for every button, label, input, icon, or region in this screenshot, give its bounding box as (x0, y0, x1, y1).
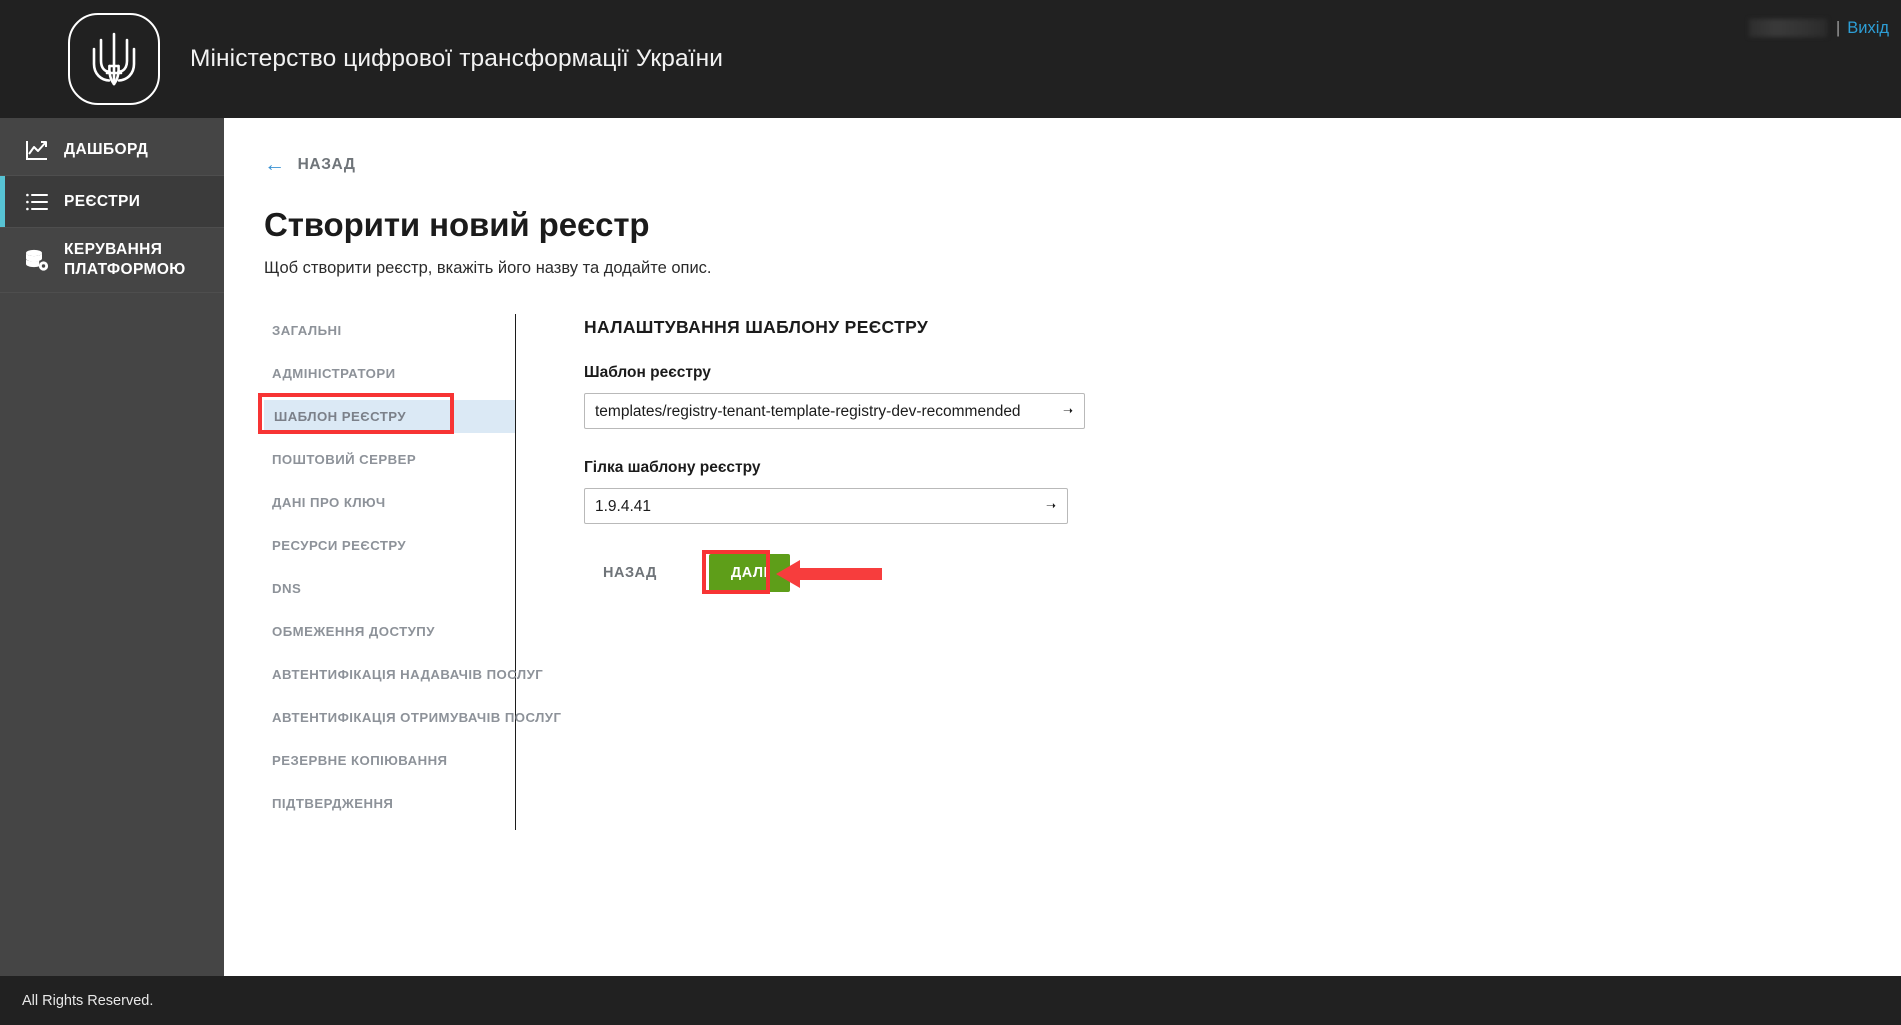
back-link-label: НАЗАД (297, 155, 356, 173)
logout-link[interactable]: Вихід (1847, 19, 1889, 38)
branch-field-label: Гілка шаблону реєстру (584, 459, 761, 476)
form-actions: НАЗАД ДАЛІ (584, 550, 1085, 594)
sidebar-item-label: ДАШБОРД (64, 140, 149, 158)
next-button[interactable]: ДАЛІ (708, 554, 791, 592)
list-icon (24, 189, 50, 215)
ukraine-trident-icon (68, 13, 160, 105)
step-label: АВТЕНТИФІКАЦІЯ ОТРИМУВАЧІВ ПОСЛУГ (272, 710, 562, 725)
wizard-step-general[interactable]: ЗАГАЛЬНІ (264, 314, 515, 347)
step-label: ПІДТВЕРДЖЕННЯ (272, 796, 394, 811)
back-button[interactable]: НАЗАД (597, 555, 663, 591)
app-header: Міністерство цифрової трансформації Укра… (0, 0, 1901, 118)
wizard-step-recipient-auth[interactable]: АВТЕНТИФІКАЦІЯ ОТРИМУВАЧІВ ПОСЛУГ (264, 701, 561, 734)
wizard-step-administrators[interactable]: АДМІНІСТРАТОРИ (264, 357, 515, 390)
wizard-step-key-data[interactable]: ДАНІ ПРО КЛЮЧ (264, 486, 515, 519)
wizard-step-backup[interactable]: РЕЗЕРВНЕ КОПІЮВАННЯ (264, 744, 515, 777)
registry-wizard: ЗАГАЛЬНІ АДМІНІСТРАТОРИ ШАБЛОН РЕЄСТРУ П… (242, 314, 1901, 830)
sidebar-item-registries[interactable]: РЕЄСТРИ (0, 176, 224, 228)
wizard-step-dns[interactable]: DNS (264, 572, 515, 605)
sidebar-item-label: РЕЄСТРИ (64, 192, 141, 210)
registry-template-select[interactable]: templates/registry-tenant-template-regis… (584, 393, 1085, 429)
header-separator: | (1835, 18, 1841, 37)
step-label: ОБМЕЖЕННЯ ДОСТУПУ (272, 624, 435, 639)
sidebar-item-platform-management[interactable]: КЕРУВАННЯ ПЛАТФОРМОЮ (0, 228, 224, 293)
page-title: Створити новий реєстр (264, 206, 650, 243)
chart-icon (24, 137, 50, 163)
page-subtitle: Щоб створити реєстр, вкажіть його назву … (264, 259, 712, 277)
step-label: DNS (272, 581, 302, 596)
step-label: АДМІНІСТРАТОРИ (272, 366, 396, 381)
registry-template-branch-select[interactable]: 1.9.4.41 (584, 488, 1068, 524)
step-label: РЕСУРСИ РЕЄСТРУ (272, 538, 407, 553)
template-select-wrap: templates/registry-tenant-template-regis… (584, 393, 1085, 429)
wizard-step-provider-auth[interactable]: АВТЕНТИФІКАЦІЯ НАДАВАЧІВ ПОСЛУГ (264, 658, 543, 691)
wizard-step-registry-template[interactable]: ШАБЛОН РЕЄСТРУ (258, 393, 515, 434)
header-user-area: | Вихід (1748, 18, 1889, 38)
database-gear-icon (24, 247, 50, 273)
main-content: ← НАЗАД Створити новий реєстр Щоб створи… (224, 118, 1901, 976)
arrow-left-annotation (774, 556, 884, 597)
step-label: ШАБЛОН РЕЄСТРУ (274, 409, 406, 424)
arrow-left-icon: ← (264, 153, 286, 176)
sidebar-item-dashboard[interactable]: ДАШБОРД (0, 124, 224, 176)
branch-select-wrap: 1.9.4.41 ➝ (584, 488, 1085, 524)
step-label: ЗАГАЛЬНІ (272, 323, 342, 338)
back-link[interactable]: ← НАЗАД (264, 154, 356, 175)
footer-text: All Rights Reserved. (22, 992, 154, 1009)
wizard-step-registry-resources[interactable]: РЕСУРСИ РЕЄСТРУ (264, 529, 515, 562)
step-label: АВТЕНТИФІКАЦІЯ НАДАВАЧІВ ПОСЛУГ (272, 667, 544, 682)
brand-title: Міністерство цифрової трансформації Укра… (190, 45, 723, 72)
template-field-label: Шаблон реєстру (584, 364, 711, 381)
step-label: ПОШТОВИЙ СЕРВЕР (272, 452, 417, 467)
step-label: ДАНІ ПРО КЛЮЧ (272, 495, 386, 510)
step-label: РЕЗЕРВНЕ КОПІЮВАННЯ (272, 753, 448, 768)
section-heading: НАЛАШТУВАННЯ ШАБЛОНУ РЕЄСТРУ (584, 317, 929, 337)
sidebar: ДАШБОРД РЕЄСТРИ КЕРУВАННЯ ПЛАТФОРМОЮ (0, 118, 224, 976)
wizard-step-list: ЗАГАЛЬНІ АДМІНІСТРАТОРИ ШАБЛОН РЕЄСТРУ П… (242, 314, 561, 830)
app-footer: All Rights Reserved. (0, 976, 1901, 1025)
wizard-step-mail-server[interactable]: ПОШТОВИЙ СЕРВЕР (264, 443, 515, 476)
app-root: Міністерство цифрової трансформації Укра… (0, 0, 1901, 1025)
sidebar-item-label: КЕРУВАННЯ ПЛАТФОРМОЮ (64, 241, 186, 278)
wizard-step-access-restrictions[interactable]: ОБМЕЖЕННЯ ДОСТУПУ (264, 615, 515, 648)
wizard-step-confirmation[interactable]: ПІДТВЕРДЖЕННЯ (264, 787, 515, 820)
username-redacted (1748, 19, 1827, 37)
registry-template-form: НАЛАШТУВАННЯ ШАБЛОНУ РЕЄСТРУ Шаблон реєс… (516, 314, 1085, 830)
